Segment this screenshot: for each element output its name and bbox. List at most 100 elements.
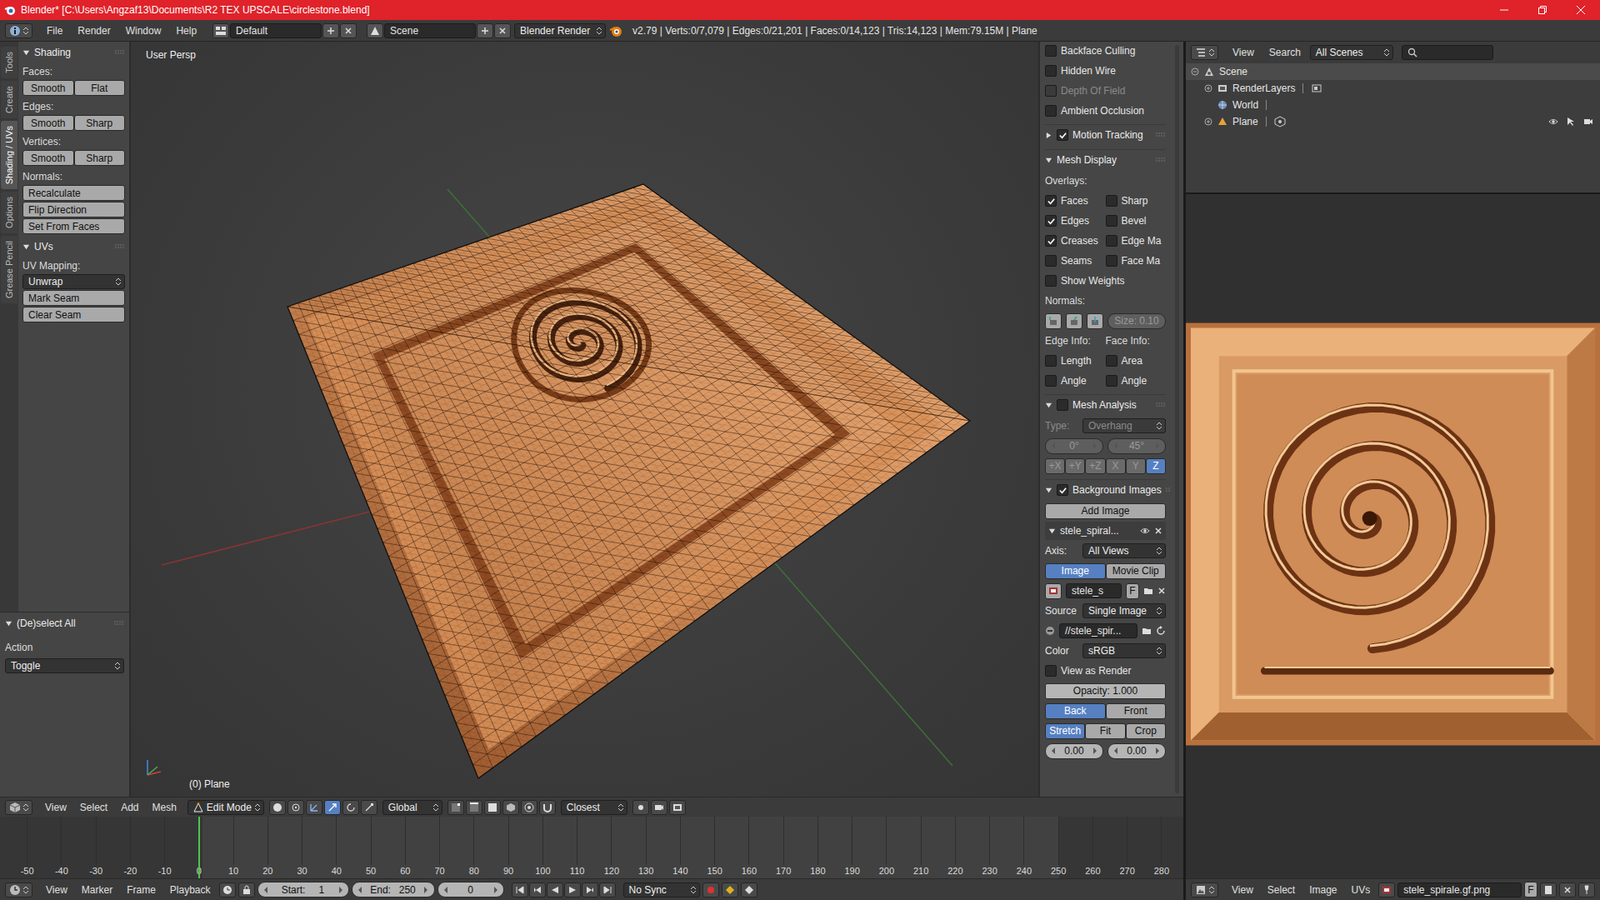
toggle-button[interactable]: X [1105,458,1126,475]
camera-icon[interactable] [1583,116,1594,127]
checkbox[interactable] [1045,195,1057,207]
fake-user-button[interactable]: F [1524,881,1538,898]
new-image-button[interactable] [1540,882,1557,898]
scale-manipulator[interactable] [360,800,378,815]
toggle-button[interactable]: Crop [1125,723,1166,740]
timeline[interactable]: -50-40-30-20-100102030405060708090100110… [0,816,1184,879]
menu-item[interactable]: UVs [1345,884,1377,896]
property-checkbox-row[interactable]: Edge Ma [1105,235,1167,247]
tool-button[interactable]: Flat [74,80,126,96]
number-field[interactable]: 0.00 [1045,743,1104,760]
menu-item[interactable]: Help [170,25,203,37]
toggle-button[interactable]: Stretch [1045,723,1085,740]
tool-tab[interactable]: Grease Pencil [0,235,18,304]
snap-options-button[interactable] [632,800,650,815]
editor-type-button[interactable] [5,23,33,39]
section-header[interactable]: UVs [22,237,125,256]
menu-item[interactable]: Frame [120,884,162,896]
next-key-button[interactable] [581,882,599,898]
play-reverse-button[interactable] [546,882,564,898]
start-frame-field[interactable]: Start:1 [257,881,350,898]
play-button[interactable] [564,882,581,898]
opacity-slider[interactable]: Opacity: 1.000 [1045,683,1166,700]
property-checkbox-row[interactable]: Ambient Occlusion [1045,101,1166,120]
number-field[interactable]: 0.00 [1107,743,1166,760]
split-normals-button[interactable] [1065,313,1083,330]
panel-header[interactable]: Motion Tracking [1045,124,1166,145]
increment-arrow-icon[interactable] [1092,747,1098,755]
packed-file-icon[interactable] [1045,625,1055,636]
property-checkbox-row[interactable]: Depth Of Field [1045,81,1166,100]
expand-toggle-icon[interactable] [1204,84,1213,93]
x-icon[interactable] [1154,526,1163,535]
eye-icon[interactable] [1548,116,1559,127]
checkbox[interactable] [1045,275,1057,287]
tool-button[interactable]: Recalculate [22,185,125,201]
section-header[interactable]: Shading [22,43,125,62]
reload-icon[interactable] [1155,625,1166,636]
tool-tab[interactable]: Create [0,80,18,119]
property-checkbox-row[interactable]: Face Ma [1105,255,1167,267]
add-scene-button[interactable] [476,23,494,39]
preview-range-button[interactable] [219,882,236,898]
scrollbar[interactable] [1170,41,1184,797]
toggle-button[interactable]: +Y [1065,458,1085,475]
auto-keying-button[interactable] [702,882,720,898]
menu-item[interactable]: Render [71,25,116,37]
snap-toggle[interactable] [539,800,556,815]
menu-item[interactable]: Marker [75,884,119,896]
tool-tab[interactable]: Tools [0,46,18,79]
open-folder-icon[interactable] [1143,585,1154,596]
expand-toggle-icon[interactable] [1190,67,1200,76]
property-checkbox-row[interactable]: Length [1045,355,1106,367]
menu-item[interactable]: View [1226,46,1260,59]
checkbox[interactable] [1045,665,1057,677]
toggle-button[interactable]: Back [1045,703,1106,720]
outliner-row[interactable]: World [1185,96,1600,114]
insert-keyframe-button[interactable] [740,882,758,898]
delete-layout-button[interactable] [340,23,357,39]
tool-button[interactable]: Smooth [22,115,75,131]
manipulator-toggle[interactable] [305,800,323,815]
editor-type-button[interactable] [1190,45,1219,60]
face-select-button[interactable] [484,800,501,815]
search-field[interactable] [1401,45,1494,60]
tool-button[interactable]: Sharp [74,115,126,131]
increment-arrow-icon[interactable] [338,886,344,894]
property-checkbox-row[interactable]: View as Render [1045,661,1166,680]
minimize-button[interactable] [1485,0,1524,20]
property-dropdown[interactable]: Single Image [1082,603,1166,619]
decrement-arrow-icon[interactable] [357,886,363,894]
checkbox[interactable] [1045,255,1057,267]
toggle-button[interactable]: +X [1045,458,1065,475]
toggle-button[interactable]: Fit [1085,723,1125,740]
checkbox[interactable] [1045,65,1057,77]
edge-select-button[interactable] [465,800,483,815]
increment-arrow-icon[interactable] [1155,442,1160,450]
rotate-manipulator[interactable] [342,800,360,815]
property-checkbox-row[interactable]: Hidden Wire [1045,61,1166,80]
image-browse-button[interactable] [1045,583,1062,600]
toggle-button[interactable]: Z [1145,458,1166,475]
tool-tab[interactable]: Shading / UVs [0,120,18,190]
display-mode-select[interactable]: All Scenes [1310,45,1394,60]
unlink-image-button[interactable] [1559,882,1576,898]
delete-scene-button[interactable] [494,23,511,39]
property-checkbox-row[interactable]: Faces [1045,195,1106,207]
layout-browse-button[interactable] [212,23,230,39]
checkbox[interactable] [1105,215,1118,227]
outliner-row[interactable]: RenderLayers [1185,80,1600,97]
checkbox[interactable] [1045,355,1057,367]
menu-item[interactable]: Window [120,25,168,37]
menu-item[interactable]: Select [74,801,114,814]
property-checkbox-row[interactable]: Show Weights [1045,271,1166,290]
face-normals-button[interactable] [1086,313,1104,330]
decrement-arrow-icon[interactable] [263,886,269,894]
tool-button[interactable]: Smooth [22,80,75,96]
editor-type-button[interactable] [1190,882,1219,898]
tool-tab[interactable]: Options [0,191,18,234]
translate-manipulator[interactable] [324,800,341,815]
checkbox[interactable] [1045,375,1057,387]
tool-button[interactable]: Set From Faces [22,218,125,235]
panel-checkbox[interactable] [1056,484,1069,496]
